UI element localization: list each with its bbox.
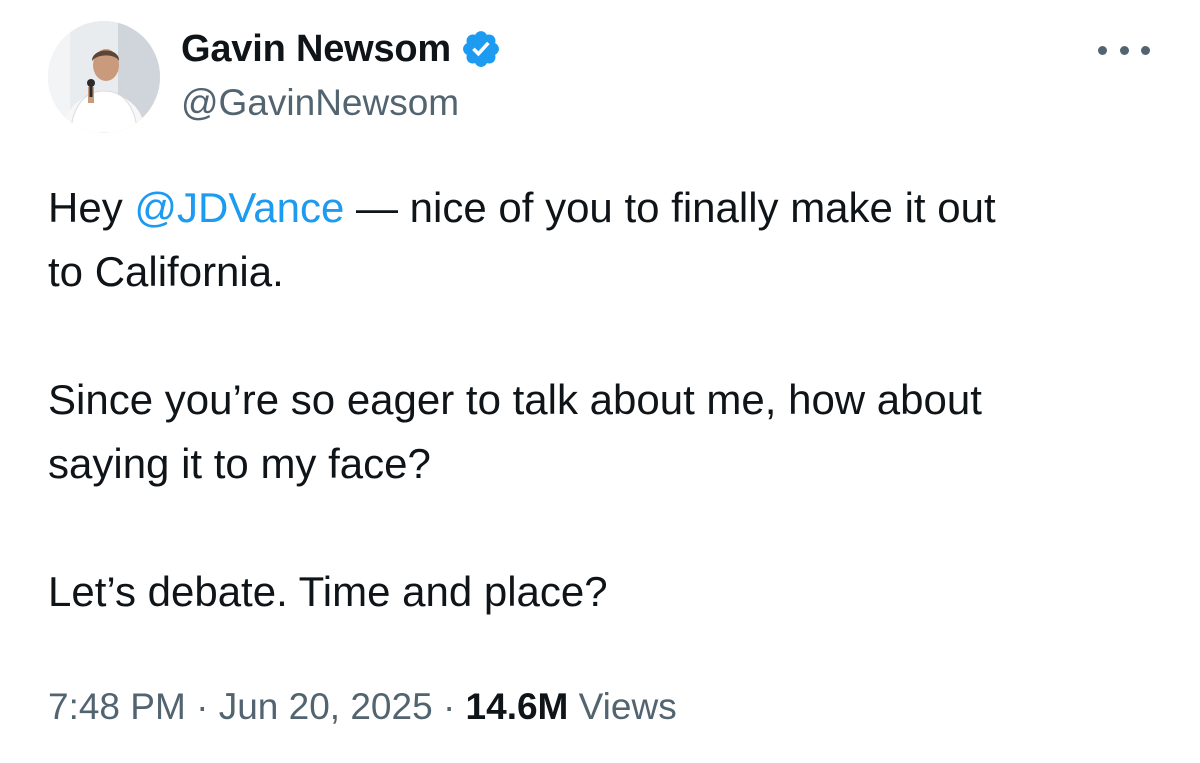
more-options-icon[interactable] <box>1098 36 1150 64</box>
tweet-line: to California. <box>48 248 284 295</box>
tweet-line: Hey @JDVance — nice of you to finally ma… <box>48 176 1158 240</box>
author-name-row[interactable]: Gavin Newsom <box>181 24 502 74</box>
tweet-timestamp[interactable]: 7:48 PM · Jun 20, 2025 <box>48 686 433 727</box>
tweet-line: saying it to my face? <box>48 440 431 487</box>
author-handle[interactable]: @GavinNewsom <box>181 82 459 124</box>
more-dot <box>1119 45 1129 55</box>
author-display-name[interactable]: Gavin Newsom <box>181 28 451 71</box>
views-label: Views <box>578 686 677 727</box>
views-count: 14.6M <box>465 686 569 727</box>
tweet-line: Let’s debate. Time and place? <box>48 568 608 615</box>
verified-badge-icon <box>460 28 502 70</box>
mention-link[interactable]: @JDVance <box>134 184 344 231</box>
tweet-text: Hey @JDVance — nice of you to finally ma… <box>48 176 1158 624</box>
avatar-photo-icon <box>48 21 160 133</box>
tweet-card: Gavin Newsom @GavinNewsom Hey @JDVance —… <box>0 0 1200 763</box>
meta-separator: · <box>196 686 209 727</box>
tweet-line: Since you’re so eager to talk about me, … <box>48 376 982 423</box>
tweet-time: 7:48 PM <box>48 686 186 727</box>
author-avatar[interactable] <box>48 21 160 133</box>
meta-separator: · <box>442 686 456 727</box>
tweet-date: Jun 20, 2025 <box>218 686 433 727</box>
more-dot <box>1141 45 1150 55</box>
tweet-text-segment: — nice of you to finally make it out <box>344 184 996 231</box>
tweet-metadata: 7:48 PM · Jun 20, 2025 · 14.6M Views <box>48 686 677 728</box>
tweet-text-segment: Hey <box>48 184 135 231</box>
more-dot <box>1098 45 1107 55</box>
